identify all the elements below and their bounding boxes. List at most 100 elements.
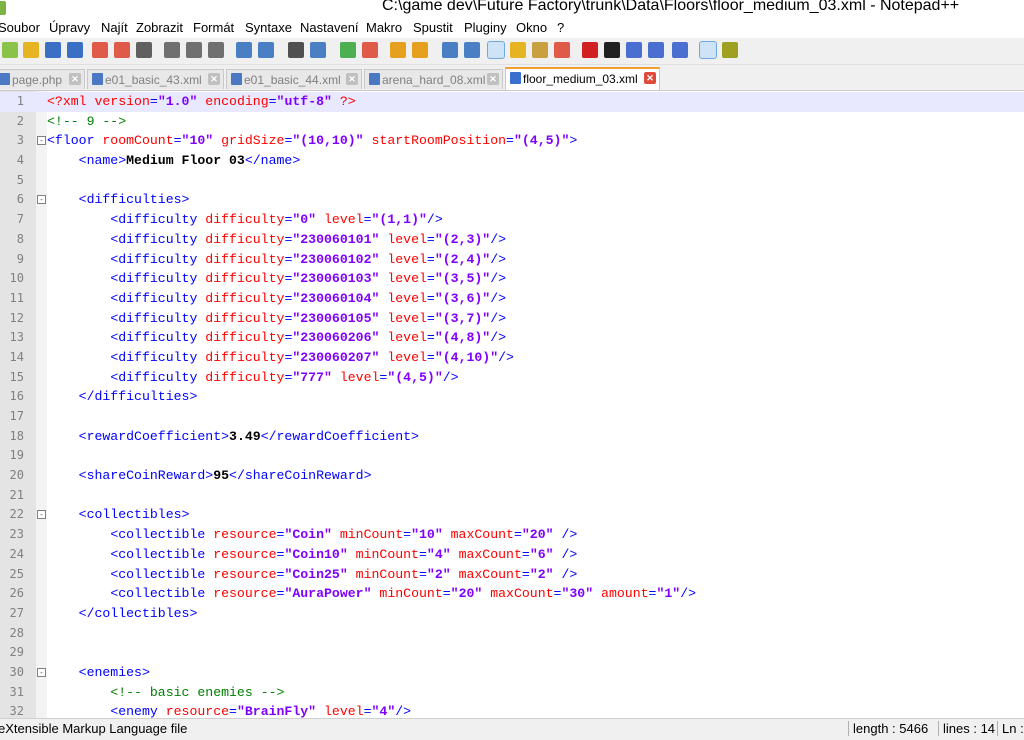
code-line[interactable]: 1 <?xml version="1.0" encoding="utf-8" ?> bbox=[0, 92, 1024, 112]
code-text[interactable]: <difficulty difficulty = "230060103" level… bbox=[47, 269, 506, 289]
plugin-icon[interactable] bbox=[722, 42, 738, 58]
save-macro-icon[interactable] bbox=[672, 42, 688, 58]
code-text[interactable]: <difficulties> bbox=[47, 190, 190, 210]
sync-horizontal-icon[interactable] bbox=[412, 42, 428, 58]
tab-close-icon[interactable]: ✕ bbox=[69, 73, 81, 85]
menu-item-3[interactable]: Zobrazit bbox=[136, 20, 183, 35]
tab-0[interactable]: page.php ✕ bbox=[0, 69, 85, 89]
code-text[interactable]: <enemy resource="BrainFly" level="4"/> bbox=[47, 702, 411, 718]
doc-map-icon[interactable] bbox=[532, 42, 548, 58]
code-text[interactable]: <difficulty difficulty = "230060207" level… bbox=[47, 348, 514, 368]
code-text[interactable]: <floor roomCount="10" gridSize="(10,10)"… bbox=[47, 131, 577, 151]
code-text[interactable]: <shareCoinReward>95</shareCoinReward> bbox=[47, 466, 372, 486]
tab-3[interactable]: arena_hard_08.xml ✕ bbox=[364, 69, 503, 89]
stop-record-icon[interactable] bbox=[604, 42, 620, 58]
code-line[interactable]: 7 <difficulty difficulty="0" level="(1,1… bbox=[0, 210, 1024, 230]
code-editor[interactable]: 1 <?xml version="1.0" encoding="utf-8" ?>… bbox=[0, 91, 1024, 718]
code-line[interactable]: 31 <!-- basic enemies --> bbox=[0, 683, 1024, 703]
code-line[interactable]: 3- <floor roomCount="10" gridSize="(10,10… bbox=[0, 131, 1024, 151]
save-all-icon[interactable] bbox=[67, 42, 83, 58]
play-macro-icon[interactable] bbox=[626, 42, 642, 58]
menu-item-10[interactable]: Okno bbox=[516, 20, 547, 35]
fold-toggle-icon[interactable]: - bbox=[37, 136, 46, 146]
code-text[interactable]: <collectible resource="Coin25" minCount=… bbox=[47, 565, 577, 585]
code-text[interactable]: </collectibles> bbox=[47, 604, 198, 624]
code-text[interactable]: <name>Medium Floor 03</name> bbox=[47, 151, 301, 171]
close-all-icon[interactable] bbox=[114, 42, 130, 58]
code-line[interactable]: 4 <name>Medium Floor 03</name> bbox=[0, 151, 1024, 171]
code-line[interactable]: 22 - <collectibles> bbox=[0, 505, 1024, 525]
code-line[interactable]: 29 bbox=[0, 643, 1024, 663]
code-line[interactable]: 12 <difficulty difficulty = "230060105" le… bbox=[0, 309, 1024, 329]
code-text[interactable]: <!-- basic enemies --> bbox=[47, 683, 284, 703]
fold-toggle-icon[interactable]: - bbox=[37, 510, 46, 520]
sync-vertical-icon[interactable] bbox=[390, 42, 406, 58]
tab-close-icon[interactable]: ✕ bbox=[346, 73, 358, 85]
code-line[interactable]: 21 bbox=[0, 486, 1024, 506]
code-line[interactable]: 8 <difficulty difficulty = "230060101" lev… bbox=[0, 230, 1024, 250]
menu-item-2[interactable]: Najít bbox=[101, 20, 128, 35]
menu-item-1[interactable]: Úpravy bbox=[49, 20, 90, 35]
replace-icon[interactable] bbox=[310, 42, 326, 58]
run-macro-multiple-icon[interactable] bbox=[648, 42, 664, 58]
code-text[interactable]: <collectible resource = "AuraPower" minCou… bbox=[47, 584, 696, 604]
code-line[interactable]: 9 <difficulty difficulty = "230060102" lev… bbox=[0, 250, 1024, 270]
code-text[interactable]: <rewardCoefficient>3.49</rewardCoefficie… bbox=[47, 427, 419, 447]
paste-icon[interactable] bbox=[208, 42, 224, 58]
menu-item-4[interactable]: Formát bbox=[193, 20, 234, 35]
code-text[interactable]: <difficulty difficulty = "230060101" level… bbox=[47, 230, 506, 250]
menu-item-0[interactable]: Soubor bbox=[0, 20, 40, 35]
code-line[interactable]: 13 <difficulty difficulty = "230060206" le… bbox=[0, 328, 1024, 348]
code-line[interactable]: 14 <difficulty difficulty = "230060207" le… bbox=[0, 348, 1024, 368]
code-line[interactable]: 20 <shareCoinReward>95</shareCoinReward> bbox=[0, 466, 1024, 486]
show-all-chars-icon[interactable] bbox=[464, 42, 480, 58]
menu-item-11[interactable]: ? bbox=[557, 20, 564, 35]
code-line[interactable]: 17 bbox=[0, 407, 1024, 427]
code-lines[interactable]: 1 <?xml version="1.0" encoding="utf-8" ?>… bbox=[0, 92, 1024, 718]
fold-toggle-icon[interactable]: - bbox=[37, 667, 46, 677]
code-line[interactable]: 5 bbox=[0, 171, 1024, 191]
code-text[interactable]: <collectible resource="Coin" minCount="1… bbox=[47, 525, 577, 545]
code-line[interactable]: 25 <collectible resource = "Coin25" minCou… bbox=[0, 565, 1024, 585]
save-icon[interactable] bbox=[45, 42, 61, 58]
code-line[interactable]: 28 bbox=[0, 624, 1024, 644]
code-text[interactable]: <!-- 9 --> bbox=[47, 112, 126, 132]
close-icon[interactable] bbox=[92, 42, 108, 58]
code-line[interactable]: 19 bbox=[0, 446, 1024, 466]
code-text[interactable]: <?xml version="1.0" encoding="utf-8" ?> bbox=[47, 92, 356, 112]
code-text[interactable]: <difficulty difficulty = "230060206" level… bbox=[47, 328, 506, 348]
menu-item-8[interactable]: Spustit bbox=[413, 20, 453, 35]
code-line[interactable]: 30 - <enemies> bbox=[0, 663, 1024, 683]
zoom-in-icon[interactable] bbox=[340, 42, 356, 58]
tab-1[interactable]: e01_basic_43.xml ✕ bbox=[87, 69, 224, 89]
open-file-icon[interactable] bbox=[23, 42, 39, 58]
code-line[interactable]: 27 </collectibles> bbox=[0, 604, 1024, 624]
code-text[interactable]: <difficulty difficulty = "230060105" level… bbox=[47, 309, 506, 329]
code-text[interactable]: <difficulty difficulty = "230060104" level… bbox=[47, 289, 506, 309]
tab-2[interactable]: e01_basic_44.xml ✕ bbox=[226, 69, 362, 89]
copy-icon[interactable] bbox=[186, 42, 202, 58]
code-line[interactable]: 6 - <difficulties> bbox=[0, 190, 1024, 210]
tab-close-icon[interactable]: ✕ bbox=[487, 73, 499, 85]
zoom-out-icon[interactable] bbox=[362, 42, 378, 58]
redo-icon[interactable] bbox=[258, 42, 274, 58]
indent-guide-icon[interactable] bbox=[487, 41, 505, 59]
cut-icon[interactable] bbox=[164, 42, 180, 58]
fold-toggle-icon[interactable]: - bbox=[37, 195, 46, 205]
menu-item-7[interactable]: Makro bbox=[366, 20, 402, 35]
tab-4[interactable]: floor_medium_03.xml ✕ bbox=[505, 67, 660, 90]
code-line[interactable]: 2 <!-- 9 --> bbox=[0, 112, 1024, 132]
tab-close-icon[interactable]: ✕ bbox=[644, 72, 656, 84]
code-line[interactable]: 16 </difficulties> bbox=[0, 387, 1024, 407]
code-text[interactable]: <difficulty difficulty="777" level="(4,5… bbox=[47, 368, 458, 388]
code-text[interactable]: </difficulties> bbox=[47, 387, 198, 407]
word-wrap-icon[interactable] bbox=[442, 42, 458, 58]
print-icon[interactable] bbox=[136, 42, 152, 58]
find-icon[interactable] bbox=[288, 42, 304, 58]
record-macro-icon[interactable] bbox=[582, 42, 598, 58]
code-text[interactable]: <collectible resource="Coin10" minCount=… bbox=[47, 545, 577, 565]
code-line[interactable]: 10 <difficulty difficulty = "230060103" le… bbox=[0, 269, 1024, 289]
code-text[interactable]: <difficulty difficulty = "230060102" level… bbox=[47, 250, 506, 270]
code-line[interactable]: 23 <collectible resource = "Coin" minCount… bbox=[0, 525, 1024, 545]
user-lang-icon[interactable] bbox=[510, 42, 526, 58]
